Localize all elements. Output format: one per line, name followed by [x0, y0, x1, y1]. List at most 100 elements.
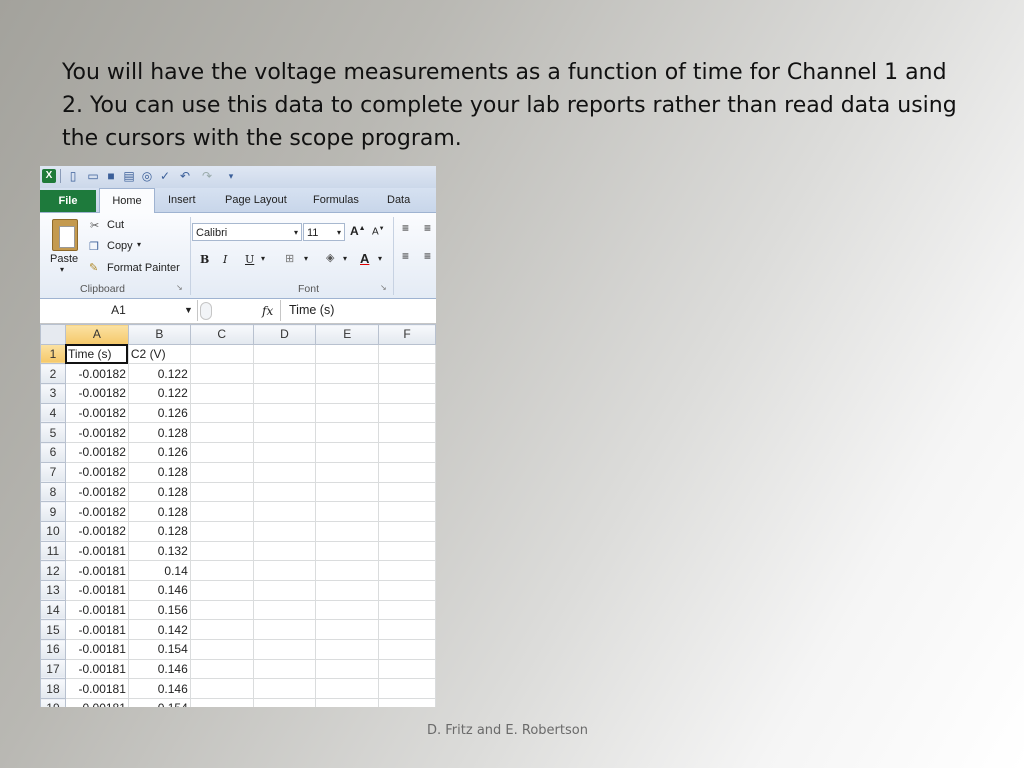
cell[interactable] — [315, 599, 380, 621]
cell[interactable] — [252, 383, 317, 404]
cell[interactable]: 0.128 — [127, 501, 191, 522]
row-header[interactable]: 5 — [40, 422, 66, 444]
cell[interactable] — [315, 540, 380, 562]
grow-font-button[interactable]: A▲ — [350, 224, 366, 238]
cell[interactable]: 0.14 — [127, 560, 191, 581]
paste-dropdown-icon[interactable]: ▾ — [60, 265, 64, 274]
row-header[interactable]: 7 — [40, 461, 66, 483]
cell[interactable]: -0.00181 — [64, 540, 129, 562]
cell[interactable]: 0.132 — [127, 540, 191, 562]
cell[interactable] — [252, 501, 317, 522]
fill-color-icon[interactable]: ◈ — [326, 251, 334, 264]
cell[interactable]: -0.00181 — [64, 619, 129, 640]
row-header[interactable]: 11 — [40, 540, 66, 562]
cell[interactable] — [315, 402, 380, 424]
column-header[interactable]: D — [252, 324, 317, 345]
row-header[interactable]: 19 — [40, 698, 66, 707]
cell[interactable]: -0.00181 — [64, 678, 129, 700]
tab-file[interactable]: File — [40, 190, 96, 212]
cell[interactable]: 0.128 — [127, 422, 191, 444]
italic-button[interactable]: I — [223, 253, 227, 266]
column-header[interactable]: A — [64, 324, 129, 345]
row-header[interactable]: 13 — [40, 579, 66, 601]
cell[interactable] — [315, 422, 380, 444]
tab-home[interactable]: Home — [99, 188, 155, 213]
row-header[interactable]: 17 — [40, 658, 66, 680]
copy-dropdown-icon[interactable]: ▾ — [137, 240, 141, 249]
cell[interactable]: 0.126 — [127, 442, 191, 463]
cell[interactable] — [252, 442, 317, 463]
cell[interactable] — [189, 698, 254, 707]
cell[interactable]: -0.00181 — [64, 599, 129, 621]
cell[interactable] — [378, 363, 436, 385]
cell[interactable] — [189, 383, 254, 404]
font-size-select[interactable]: 11 ▾ — [303, 223, 345, 241]
open-folder-icon[interactable]: ▭ — [86, 169, 100, 183]
cell[interactable] — [378, 461, 436, 483]
align-left-icon[interactable]: ≡ — [402, 249, 409, 263]
font-color-dropdown-icon[interactable]: ▾ — [378, 254, 382, 263]
cell[interactable] — [315, 520, 380, 542]
cell[interactable] — [189, 599, 254, 621]
cell[interactable]: C2 (V) — [127, 343, 191, 365]
paste-icon[interactable] — [52, 219, 78, 251]
cell[interactable] — [189, 481, 254, 503]
cell[interactable] — [252, 422, 317, 444]
row-header[interactable]: 9 — [40, 501, 66, 522]
cell[interactable] — [315, 343, 380, 365]
cell[interactable] — [189, 343, 254, 365]
cell[interactable] — [189, 619, 254, 640]
undo-icon[interactable]: ↶ — [178, 169, 192, 183]
format-painter-button[interactable]: Format Painter — [107, 262, 180, 274]
cell[interactable]: -0.00182 — [64, 501, 129, 522]
cell[interactable] — [378, 481, 436, 503]
cell[interactable] — [378, 658, 436, 680]
font-color-icon[interactable]: A — [360, 251, 369, 266]
save-icon[interactable]: ■ — [104, 169, 118, 183]
cell[interactable]: -0.00181 — [64, 639, 129, 660]
cell[interactable] — [252, 639, 317, 660]
column-header[interactable]: F — [378, 324, 436, 345]
cell[interactable]: -0.00182 — [64, 520, 129, 542]
tab-insert[interactable]: Insert — [168, 194, 196, 206]
cell[interactable] — [252, 363, 317, 385]
cell[interactable]: 0.142 — [127, 619, 191, 640]
cell[interactable] — [189, 402, 254, 424]
paste-button[interactable]: Paste — [50, 253, 78, 265]
cell[interactable] — [378, 698, 436, 707]
cell[interactable] — [315, 363, 380, 385]
cell[interactable] — [378, 402, 436, 424]
cell[interactable] — [252, 343, 317, 365]
cell[interactable] — [252, 520, 317, 542]
clipboard-launcher-icon[interactable]: ↘ — [176, 283, 183, 292]
cell[interactable]: Time (s) — [64, 343, 129, 365]
cell[interactable] — [315, 560, 380, 581]
row-header[interactable]: 3 — [40, 383, 66, 404]
cell[interactable]: 0.146 — [127, 678, 191, 700]
cell[interactable] — [315, 579, 380, 601]
cell[interactable] — [189, 540, 254, 562]
cell[interactable]: 0.154 — [127, 639, 191, 660]
row-header[interactable]: 2 — [40, 363, 66, 385]
cell[interactable] — [315, 678, 380, 700]
insert-function-icon[interactable]: fx — [262, 301, 273, 321]
cell[interactable] — [252, 540, 317, 562]
cell[interactable]: -0.00182 — [64, 363, 129, 385]
cell[interactable]: -0.00181 — [64, 579, 129, 601]
cell[interactable]: 0.128 — [127, 481, 191, 503]
column-header[interactable]: B — [127, 324, 191, 345]
row-header[interactable]: 4 — [40, 402, 66, 424]
new-file-icon[interactable]: ▯ — [66, 169, 80, 183]
cell[interactable]: 0.128 — [127, 520, 191, 542]
row-header[interactable]: 6 — [40, 442, 66, 463]
cell[interactable] — [252, 579, 317, 601]
row-header[interactable]: 16 — [40, 639, 66, 660]
row-header[interactable]: 14 — [40, 599, 66, 621]
cell[interactable]: -0.00182 — [64, 481, 129, 503]
shrink-font-button[interactable]: A▼ — [372, 226, 385, 237]
middle-align-icon[interactable]: ≡ — [424, 221, 431, 235]
row-header[interactable]: 10 — [40, 520, 66, 542]
cell[interactable] — [252, 560, 317, 581]
cell[interactable] — [252, 698, 317, 707]
cell[interactable] — [252, 619, 317, 640]
